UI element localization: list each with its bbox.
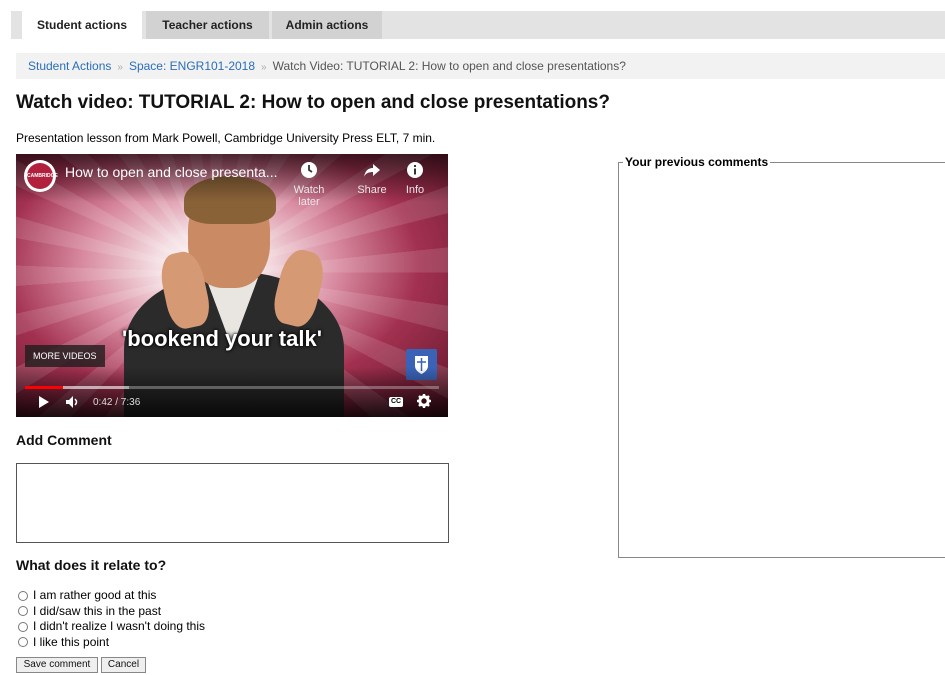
relate-heading: What does it relate to? xyxy=(16,557,167,573)
tab-teacher-actions[interactable]: Teacher actions xyxy=(146,11,269,39)
tab-bar: Student actions Teacher actions Admin ac… xyxy=(11,11,945,39)
relate-option-did-in-past[interactable]: I did/saw this in the past xyxy=(18,604,205,620)
breadcrumb: Student Actions » Space: ENGR101-2018 » Watc… xyxy=(16,53,945,79)
radio-label: I like this point xyxy=(33,634,110,649)
info-button[interactable]: Info xyxy=(390,161,440,196)
relate-option-good-at[interactable]: I am rather good at this xyxy=(18,588,205,604)
radio-label: I am rather good at this xyxy=(33,588,157,602)
radio-label: I did/saw this in the past xyxy=(33,603,162,618)
breadcrumb-current: Watch Video: TUTORIAL 2: How to open and… xyxy=(272,59,626,73)
previous-comments-legend: Your previous comments xyxy=(623,155,771,169)
add-comment-heading: Add Comment xyxy=(16,432,112,448)
previous-comments-box: Your previous comments xyxy=(618,155,945,558)
radio-button[interactable] xyxy=(18,590,28,601)
radio-button[interactable] xyxy=(18,637,28,648)
settings-gear-icon[interactable] xyxy=(417,394,431,413)
clock-icon xyxy=(284,161,334,181)
tab-admin-actions[interactable]: Admin actions xyxy=(272,11,382,39)
tab-student-actions[interactable]: Student actions xyxy=(22,11,142,39)
info-icon xyxy=(390,161,440,181)
video-caption: 'bookend your talk' xyxy=(122,326,322,351)
relate-option-didnt-realize[interactable]: I didn't realize I wasn't doing this xyxy=(18,619,205,635)
volume-icon[interactable] xyxy=(65,395,81,414)
radio-label: I didn't realize I wasn't doing this xyxy=(33,619,206,633)
video-progress-bar[interactable] xyxy=(25,386,439,389)
more-videos-button[interactable]: MORE VIDEOS xyxy=(25,345,105,367)
relate-option-like-point[interactable]: I like this point xyxy=(18,635,205,651)
play-icon[interactable] xyxy=(38,395,50,414)
radio-button[interactable] xyxy=(18,606,28,617)
channel-avatar[interactable]: CAMBRIDGE xyxy=(24,160,58,192)
video-time: 0:42 / 7:36 xyxy=(93,397,141,408)
relate-options: I am rather good at this I did/saw this … xyxy=(18,588,205,650)
radio-button[interactable] xyxy=(18,621,28,632)
breadcrumb-separator: » xyxy=(117,62,123,73)
page-subtitle: Presentation lesson from Mark Powell, Ca… xyxy=(16,131,436,145)
info-label: Info xyxy=(405,184,425,196)
video-title[interactable]: How to open and close presenta... xyxy=(65,164,277,180)
progress-played xyxy=(25,386,64,389)
breadcrumb-space[interactable]: Space: ENGR101-2018 xyxy=(129,59,255,73)
cancel-button[interactable]: Cancel xyxy=(101,657,146,673)
save-comment-button[interactable]: Save comment xyxy=(16,657,98,673)
comment-textarea[interactable] xyxy=(16,463,449,543)
watch-later-label: Watch later xyxy=(293,184,325,208)
channel-logo-text: CAMBRIDGE xyxy=(27,163,58,189)
page-title: Watch video: TUTORIAL 2: How to open and… xyxy=(16,92,610,113)
video-player[interactable]: CAMBRIDGE How to open and close presenta… xyxy=(16,154,448,417)
breadcrumb-separator: » xyxy=(261,62,267,73)
breadcrumb-student-actions[interactable]: Student Actions xyxy=(28,59,111,73)
watch-later-button[interactable]: Watch later xyxy=(284,161,334,208)
captions-icon[interactable]: CC xyxy=(389,397,403,407)
